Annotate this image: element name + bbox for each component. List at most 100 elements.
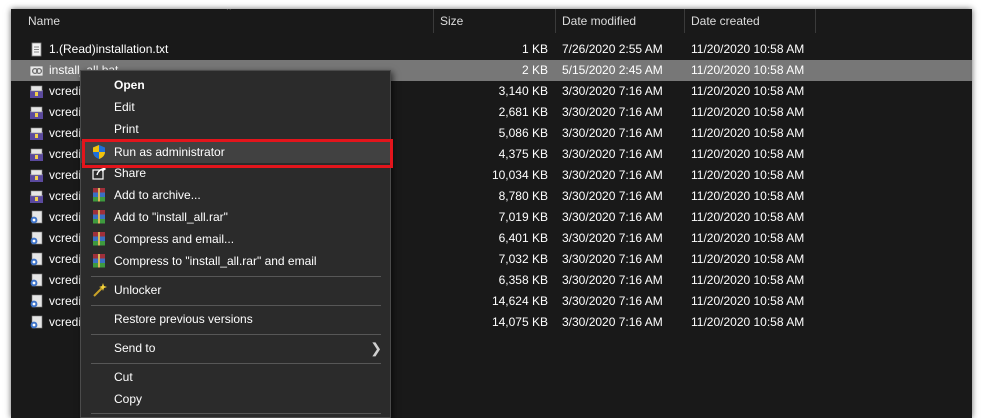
file-date-created: 11/20/2020 10:58 AM: [691, 63, 805, 77]
installer-icon: [30, 169, 43, 182]
file-date-modified: 3/30/2020 7:16 AM: [562, 189, 663, 203]
column-name-header[interactable]: Name: [28, 9, 60, 33]
menu-item-label: Open: [114, 78, 145, 92]
file-size: 7,019 KB: [498, 210, 548, 224]
file-date-created: 11/20/2020 10:58 AM: [691, 252, 805, 266]
magic-wand-icon: [93, 283, 107, 297]
setup-icon: [30, 315, 43, 329]
file-date-created: 11/20/2020 10:58 AM: [691, 294, 805, 308]
column-divider[interactable]: [684, 9, 685, 33]
menu-item-label: Add to "install_all.rar": [114, 210, 228, 224]
menu-item-copy[interactable]: Copy: [81, 388, 390, 410]
context-menu: Open Edit Print Run as administrator Sha…: [80, 70, 391, 418]
setup-icon: [30, 273, 43, 287]
file-size: 5,086 KB: [498, 126, 548, 140]
menu-item-label: Add to archive...: [114, 188, 201, 202]
file-date-modified: 3/30/2020 7:16 AM: [562, 315, 663, 329]
file-date-created: 11/20/2020 10:58 AM: [691, 273, 805, 287]
file-date-created: 11/20/2020 10:58 AM: [691, 42, 805, 56]
menu-item-restore-previous-versions[interactable]: Restore previous versions: [81, 308, 390, 330]
file-date-created: 11/20/2020 10:58 AM: [691, 168, 805, 182]
menu-item-label: Unlocker: [114, 283, 162, 297]
file-date-created: 11/20/2020 10:58 AM: [691, 315, 805, 329]
menu-separator: [91, 305, 381, 306]
winrar-icon: [93, 188, 105, 202]
column-divider[interactable]: [555, 9, 556, 33]
file-date-modified: 3/30/2020 7:16 AM: [562, 84, 663, 98]
menu-item-edit[interactable]: Edit: [81, 96, 390, 118]
file-size: 6,401 KB: [498, 231, 548, 245]
file-size: 4,375 KB: [498, 147, 548, 161]
menu-item-add-to-archive[interactable]: Add to archive...: [81, 184, 390, 206]
file-date-modified: 3/30/2020 7:16 AM: [562, 168, 663, 182]
file-size: 14,075 KB: [491, 315, 548, 329]
file-row[interactable]: 1.(Read)installation.txt 1 KB 7/26/2020 2:…: [11, 39, 972, 60]
winrar-icon: [93, 254, 105, 268]
file-date-created: 11/20/2020 10:58 AM: [691, 231, 805, 245]
menu-item-label: Compress and email...: [114, 232, 235, 246]
file-size: 10,034 KB: [491, 168, 548, 182]
column-modified-header[interactable]: Date modified: [562, 9, 636, 33]
menu-item-label: Send to: [114, 341, 156, 355]
column-size-header[interactable]: Size: [440, 9, 463, 33]
menu-item-label: Copy: [114, 392, 143, 406]
menu-item-cut[interactable]: Cut: [81, 366, 390, 388]
file-date-modified: 5/15/2020 2:45 AM: [562, 63, 663, 77]
menu-item-open[interactable]: Open: [81, 74, 390, 96]
file-date-modified: 3/30/2020 7:16 AM: [562, 231, 663, 245]
menu-separator: [91, 276, 381, 277]
file-name: 1.(Read)installation.txt: [49, 42, 169, 56]
winrar-icon: [93, 232, 105, 246]
menu-item-print[interactable]: Print: [81, 118, 390, 140]
menu-item-unlocker[interactable]: Unlocker: [81, 279, 390, 301]
file-size: 14,624 KB: [491, 294, 548, 308]
file-size: 7,032 KB: [498, 252, 548, 266]
menu-separator: [91, 413, 381, 414]
file-size: 2 KB: [521, 63, 548, 77]
menu-item-send-to[interactable]: Send to ❯: [81, 337, 390, 359]
installer-icon: [30, 85, 43, 98]
menu-item-add-to-rar[interactable]: Add to "install_all.rar": [81, 206, 390, 228]
column-divider[interactable]: [815, 9, 816, 33]
installer-icon: [30, 190, 43, 203]
menu-item-label: Compress to "install_all.rar" and email: [114, 254, 317, 268]
column-header: ⌃ Name Size Date modified Date created: [11, 9, 972, 33]
file-size: 3,140 KB: [498, 84, 548, 98]
chevron-right-icon: ❯: [370, 340, 382, 356]
file-date-modified: 7/26/2020 2:55 AM: [562, 42, 663, 56]
file-date-modified: 3/30/2020 7:16 AM: [562, 273, 663, 287]
menu-item-compress-and-email[interactable]: Compress and email...: [81, 228, 390, 250]
file-date-modified: 3/30/2020 7:16 AM: [562, 126, 663, 140]
menu-separator: [91, 363, 381, 364]
menu-item-label: Cut: [114, 370, 133, 384]
setup-icon: [30, 252, 43, 266]
menu-separator: [91, 334, 381, 335]
file-date-modified: 3/30/2020 7:16 AM: [562, 294, 663, 308]
menu-item-label: Edit: [114, 100, 135, 114]
column-divider[interactable]: [433, 9, 434, 33]
file-date-created: 11/20/2020 10:58 AM: [691, 126, 805, 140]
installer-icon: [30, 148, 43, 161]
file-date-modified: 3/30/2020 7:16 AM: [562, 210, 663, 224]
file-date-created: 11/20/2020 10:58 AM: [691, 105, 805, 119]
file-date-created: 11/20/2020 10:58 AM: [691, 210, 805, 224]
setup-icon: [30, 231, 43, 245]
highlight-annotation-box: [82, 139, 393, 168]
menu-item-label: Print: [114, 122, 139, 136]
sort-caret-icon: ⌃: [225, 9, 233, 16]
file-date-modified: 3/30/2020 7:16 AM: [562, 252, 663, 266]
file-size: 2,681 KB: [498, 105, 548, 119]
setup-icon: [30, 294, 43, 308]
batch-file-icon: [29, 65, 44, 77]
menu-item-compress-to-rar-and-email[interactable]: Compress to "install_all.rar" and email: [81, 250, 390, 272]
text-file-icon: [31, 42, 42, 57]
column-created-header[interactable]: Date created: [691, 9, 760, 33]
file-date-created: 11/20/2020 10:58 AM: [691, 189, 805, 203]
installer-icon: [30, 127, 43, 140]
file-date-created: 11/20/2020 10:58 AM: [691, 147, 805, 161]
file-date-modified: 3/30/2020 7:16 AM: [562, 105, 663, 119]
file-date-created: 11/20/2020 10:58 AM: [691, 84, 805, 98]
file-size: 1 KB: [521, 42, 548, 56]
file-size: 6,358 KB: [498, 273, 548, 287]
installer-icon: [30, 106, 43, 119]
